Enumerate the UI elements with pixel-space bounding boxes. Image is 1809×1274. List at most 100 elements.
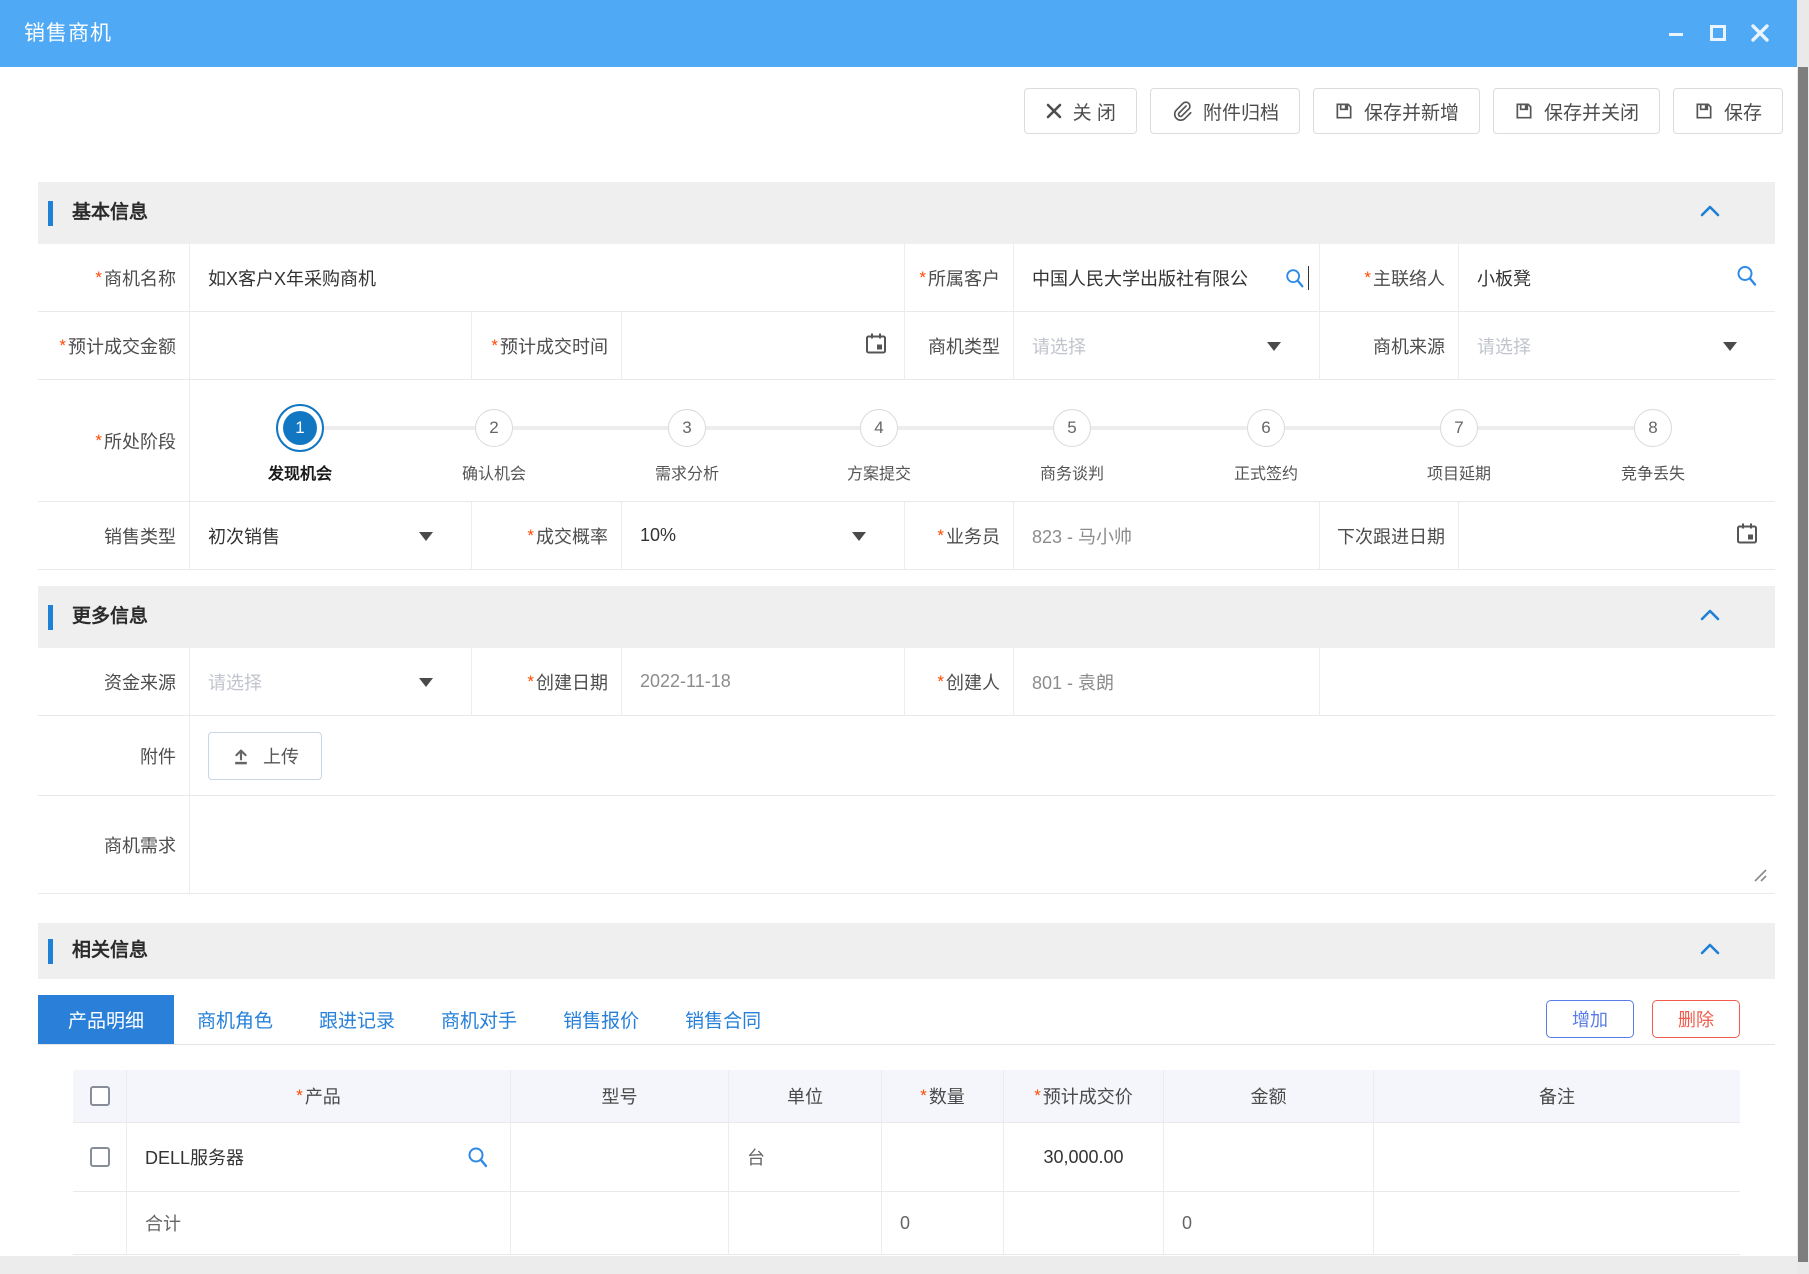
collapse-basic-info-button[interactable] [1700, 204, 1720, 223]
primary-contact-label: *主联络人 [1320, 244, 1459, 311]
opportunity-source-label: 商机来源 [1320, 312, 1459, 379]
required-asterisk: * [527, 526, 534, 546]
form-row: *商机名称 如X客户X年采购商机 *所属客户 中国人民大学出版社有限公 *主联络… [38, 244, 1775, 312]
opportunity-name-field[interactable]: 如X客户X年采购商机 [190, 244, 905, 311]
next-follow-date-field[interactable] [1459, 502, 1775, 569]
section-accent-bar [48, 201, 53, 226]
upload-label: 上传 [263, 743, 299, 769]
row-checkbox[interactable] [90, 1147, 110, 1167]
required-asterisk: * [1034, 1086, 1041, 1106]
dropdown-caret-icon [1267, 342, 1281, 351]
customer-field[interactable]: 中国人民大学出版社有限公 [1014, 244, 1320, 311]
stage-step-7[interactable]: 7 项目延期 [1399, 380, 1519, 484]
collapse-more-info-button[interactable] [1700, 608, 1720, 627]
opportunity-type-placeholder: 请选择 [1032, 333, 1086, 359]
dropdown-caret-icon [419, 532, 433, 541]
tab-sales-contract[interactable]: 销售合同 [662, 995, 784, 1044]
tab-product-detail[interactable]: 产品明细 [38, 995, 174, 1044]
delete-row-button[interactable]: 删除 [1652, 1000, 1740, 1038]
search-icon[interactable] [1735, 263, 1759, 287]
stage-step-5[interactable]: 5 商务谈判 [1012, 380, 1132, 484]
attachment-label: 附件 [38, 716, 190, 795]
required-asterisk: * [937, 672, 944, 692]
form-row: 销售类型 初次销售 *成交概率 10% *业务员 823 - 马小帅 下次跟进日… [38, 502, 1775, 570]
save-and-new-button[interactable]: 保存并新增 [1313, 88, 1480, 134]
dropdown-caret-icon [852, 532, 866, 541]
amount-cell[interactable] [1164, 1123, 1374, 1191]
scrollbar-thumb[interactable] [1798, 67, 1808, 1262]
required-asterisk: * [59, 336, 66, 356]
close-form-button[interactable]: 关 闭 [1024, 88, 1137, 134]
price-cell[interactable]: 30,000.00 [1004, 1123, 1164, 1191]
salesman-label: *业务员 [905, 502, 1014, 569]
resize-handle-icon[interactable] [1749, 864, 1767, 887]
required-asterisk: * [491, 336, 498, 356]
upload-button[interactable]: 上传 [208, 732, 322, 780]
form-row: 资金来源 请选择 *创建日期 2022-11-18 *创建人 801 - 袁朗 [38, 648, 1775, 716]
stage-step-8[interactable]: 8 竞争丢失 [1593, 380, 1713, 484]
maximize-icon [1709, 24, 1727, 42]
col-unit-header: 单位 [729, 1070, 882, 1122]
demand-row: 商机需求 [38, 796, 1775, 894]
probability-select[interactable]: 10% [622, 502, 905, 569]
add-row-button[interactable]: 增加 [1546, 1000, 1634, 1038]
fund-source-label: 资金来源 [38, 648, 190, 715]
expected-amount-field[interactable] [190, 312, 472, 379]
qty-cell[interactable] [882, 1123, 1004, 1191]
remark-cell[interactable] [1374, 1123, 1740, 1191]
minimize-button[interactable] [1661, 18, 1691, 48]
stage-step-2[interactable]: 2 确认机会 [434, 380, 554, 484]
sales-type-select[interactable]: 初次销售 [190, 502, 472, 569]
save-and-close-button[interactable]: 保存并关闭 [1493, 88, 1660, 134]
save-and-close-label: 保存并关闭 [1544, 98, 1639, 125]
row-select-cell [73, 1123, 127, 1191]
expected-date-field[interactable] [622, 312, 905, 379]
product-cell[interactable]: DELL服务器 [127, 1123, 511, 1191]
scrollbar[interactable] [1797, 0, 1809, 1274]
attachment-archive-button[interactable]: 附件归档 [1150, 88, 1300, 134]
upload-icon [231, 746, 251, 766]
opportunity-type-select[interactable]: 请选择 [1014, 312, 1320, 379]
primary-contact-field[interactable]: 小板凳 [1459, 244, 1775, 311]
tab-opportunity-role[interactable]: 商机角色 [174, 995, 296, 1044]
required-asterisk: * [95, 268, 102, 288]
chevron-up-icon [1700, 942, 1720, 956]
maximize-button[interactable] [1703, 18, 1733, 48]
search-icon[interactable] [466, 1145, 490, 1169]
calendar-icon[interactable] [864, 331, 888, 355]
sales-type-value: 初次销售 [208, 523, 280, 549]
search-icon[interactable] [1284, 267, 1306, 289]
calendar-icon[interactable] [1735, 521, 1759, 545]
dropdown-caret-icon [419, 678, 433, 687]
model-cell[interactable] [511, 1123, 729, 1191]
opportunity-source-select[interactable]: 请选择 [1459, 312, 1775, 379]
tab-follow-record[interactable]: 跟进记录 [296, 995, 418, 1044]
sales-opportunity-window: 销售商机 关 闭 附件归档 保存并新增 保存并关闭 保存 [0, 0, 1809, 1274]
select-all-checkbox[interactable] [90, 1086, 110, 1106]
attachment-row: 附件 上传 [38, 716, 1775, 796]
unit-cell[interactable]: 台 [729, 1123, 882, 1191]
demand-textarea[interactable] [190, 796, 1775, 893]
toolbar: 关 闭 附件归档 保存并新增 保存并关闭 保存 [1024, 88, 1783, 134]
stage-step-1[interactable]: 1 发现机会 [240, 380, 360, 484]
fund-source-select[interactable]: 请选择 [190, 648, 472, 715]
required-asterisk: * [1364, 268, 1371, 288]
save-label: 保存 [1724, 98, 1762, 125]
title-bar: 销售商机 [0, 0, 1809, 67]
stage-step-3[interactable]: 3 需求分析 [627, 380, 747, 484]
probability-label: *成交概率 [472, 502, 622, 569]
related-tabs: 产品明细 商机角色 跟进记录 商机对手 销售报价 销售合同 增加 删除 [38, 995, 1775, 1045]
stage-step-6[interactable]: 6 正式签约 [1206, 380, 1326, 484]
save-button[interactable]: 保存 [1673, 88, 1783, 134]
collapse-related-info-button[interactable] [1700, 942, 1720, 961]
tab-opportunity-rival[interactable]: 商机对手 [418, 995, 540, 1044]
stage-step-4[interactable]: 4 方案提交 [819, 380, 939, 484]
select-all-cell [73, 1070, 127, 1122]
minimize-icon [1667, 24, 1685, 42]
close-window-button[interactable] [1745, 18, 1775, 48]
sales-type-label: 销售类型 [38, 502, 190, 569]
salesman-field[interactable]: 823 - 马小帅 [1014, 502, 1320, 569]
tab-sales-quote[interactable]: 销售报价 [540, 995, 662, 1044]
chevron-up-icon [1700, 204, 1720, 218]
form-container: 基本信息 *商机名称 如X客户X年采购商机 *所属客户 中国人民大学出版社有限公… [38, 182, 1775, 1255]
